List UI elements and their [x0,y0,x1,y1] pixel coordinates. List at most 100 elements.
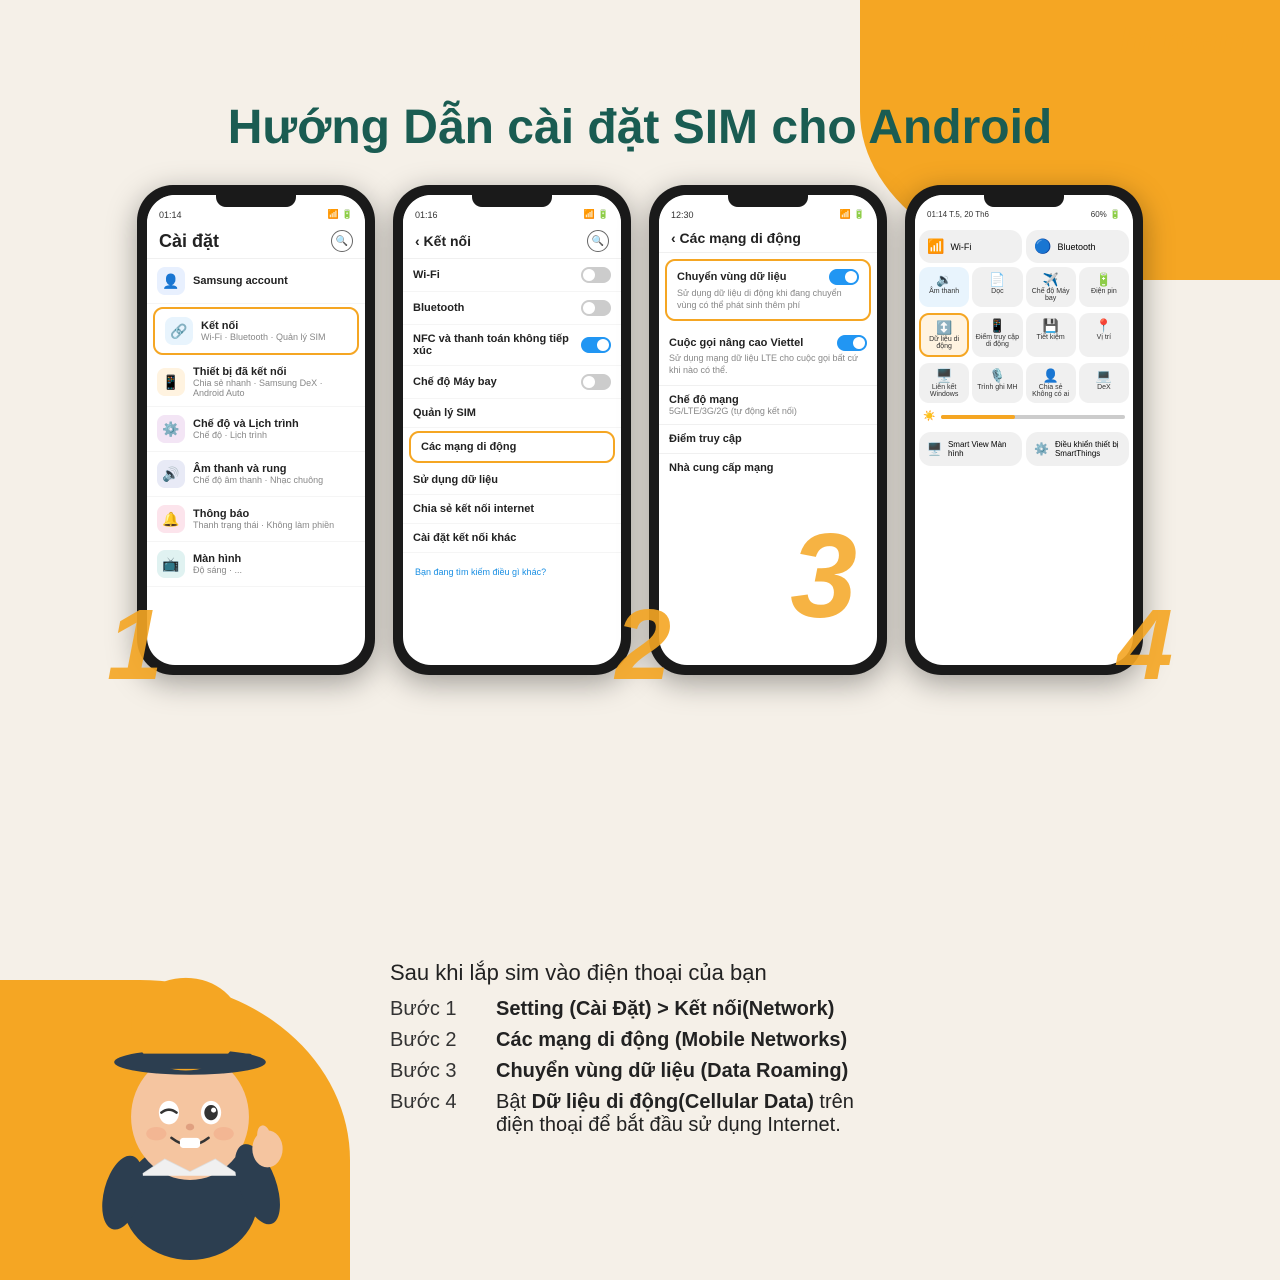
qs-doc-label: Dọc [975,288,1019,295]
qs-doc-icon: 📄 [975,272,1019,288]
search-icon[interactable]: 🔍 [331,230,353,252]
notify-text: Thông báo Thanh trạng thái · Không làm p… [193,508,355,530]
qs-airplane[interactable]: ✈️ Chế độ Máy bay [1026,267,1076,307]
battery-icon-2: 🔋 [598,209,609,220]
qs-hotspot-label: Điểm truy cập di động [975,334,1019,348]
hotspot-item[interactable]: Chia sẻ kết nối internet [403,495,621,524]
viettel-toggle[interactable] [837,335,867,351]
mobile-network-highlighted[interactable]: Các mạng di động [409,431,615,463]
signal-icon-3: 📶 [840,209,851,220]
network-provider-item[interactable]: Nhà cung cấp mạng [659,454,877,482]
phone-1-header: Cài đặt 🔍 [147,224,365,259]
menu-item-mode: ⚙️ Chế độ và Lịch trình Chế độ · Lịch tr… [147,407,365,452]
roaming-row: Chuyển vùng dữ liệu Sử dụng dữ liệu di đ… [667,261,869,319]
phone-4-wrapper: 01:14 T.5, 20 Th6 60% 🔋 📶 Wi-Fi 🔵 Blueto… [905,185,1143,675]
device-icon: 📱 [157,368,185,396]
access-point-item[interactable]: Điểm truy cập [659,425,877,454]
mobile-network-label: Các mạng di động [421,441,603,453]
menu-item-ketnohi-highlighted[interactable]: 🔗 Kết nối Wi-Fi · Bluetooth · Quản lý SI… [153,307,359,355]
qs-location[interactable]: 📍 Vị trí [1079,313,1129,357]
wifi-toggle[interactable] [581,267,611,283]
ketnohi-row: 🔗 Kết nối Wi-Fi · Bluetooth · Quản lý SI… [155,309,357,353]
instructions-panel: Sau khi lắp sim vào điện thoại của bạn B… [380,940,1280,1165]
qs-windows[interactable]: 🖥️ Liên kết Windows [919,363,969,403]
roaming-highlighted[interactable]: Chuyển vùng dữ liệu Sử dụng dữ liệu di đ… [665,259,871,321]
network-mode-item[interactable]: Chế độ mạng 5G/LTE/3G/2G (tự động kết nố… [659,386,877,425]
step-4-label: Bước 4 [390,1091,480,1114]
qs-bluetooth-label: Bluetooth [1057,242,1095,252]
qs-sound[interactable]: 🔉 Âm thanh [919,267,969,307]
nfc-label: NFC và thanh toán không tiếp xúc [413,333,573,357]
menu-item-notify: 🔔 Thông báo Thanh trạng thái · Không làm… [147,497,365,542]
brand-logo: hi roam [1120,20,1250,62]
qs-bottom-row: 🖥️ Smart View Màn hình ⚙️ Điều khiển thi… [915,430,1133,468]
qs-doc[interactable]: 📄 Dọc [972,267,1022,307]
back-icon-3[interactable]: ‹ Các mạng di động [671,230,801,246]
step-row-3: Bước 3 Chuyển vùng dữ liệu (Data Roaming… [390,1060,1250,1083]
airplane-item: Chế độ Máy bay [403,366,621,399]
qs-smartthings[interactable]: ⚙️ Điều khiển thiết bị SmartThings [1026,432,1129,466]
qs-bluetooth-icon: 🔵 [1034,238,1051,255]
mode-icon: ⚙️ [157,415,185,443]
wifi-status-icon: 🔋 [342,209,353,220]
phone-1-screen: 01:14 📶 🔋 Cài đặt 🔍 👤 Samsung account [147,195,365,665]
qs-recorder-icon: 🎙️ [975,368,1019,384]
qs-hotspot[interactable]: 📱 Điểm truy cập di động [972,313,1022,357]
battery-percent-4: 60% [1091,210,1107,219]
menu-item-sound: 🔊 Âm thanh và rung Chế độ âm thanh · Nhạ… [147,452,365,497]
qs-wifi-icon: 📶 [927,238,944,255]
qs-dex-label: DeX [1082,384,1126,391]
back-icon-2[interactable]: ‹ Kết nối [415,233,471,249]
step-number-3-overlay: 3 [790,507,857,645]
qs-smartview[interactable]: 🖥️ Smart View Màn hình [919,432,1022,466]
qs-share[interactable]: 👤 Chia sẻ Không có ai [1026,363,1076,403]
step-3-desc: Chuyển vùng dữ liệu (Data Roaming) [496,1060,848,1083]
other-settings-item[interactable]: Cài đặt kết nối khác [403,524,621,553]
bluetooth-toggle[interactable] [581,300,611,316]
roaming-toggle[interactable] [829,269,859,285]
sim-mgmt-item[interactable]: Quản lý SIM [403,399,621,428]
qs-wifi-label: Wi-Fi [950,242,971,252]
qs-save-label: Tiết kiệm [1029,334,1073,341]
qs-bluetooth[interactable]: 🔵 Bluetooth [1026,230,1129,263]
qs-smartview-icon: 🖥️ [927,442,942,456]
qs-mobile-data-highlighted[interactable]: ↕️ Dữ liệu di động [919,313,969,357]
phone-3-status-icons: 📶 🔋 [840,209,865,220]
brightness-fill [941,415,1014,419]
nfc-toggle[interactable] [581,337,611,353]
qs-dex-icon: 💻 [1082,368,1126,384]
wifi-label: Wi-Fi [413,269,573,281]
page-title: Hướng Dẫn cài đặt SIM cho Android [0,100,1280,155]
viettel-header: Cuộc gọi nâng cao Viettel [669,335,867,351]
phone-2-status-icons: 📶 🔋 [584,209,609,220]
qs-dex[interactable]: 💻 DeX [1079,363,1129,403]
phone-2-screen: 01:16 📶 🔋 ‹ Kết nối 🔍 Wi-Fi [403,195,621,665]
logo-hi: hi [1120,20,1152,61]
brightness-row: ☀️ [915,405,1133,428]
brightness-slider[interactable] [941,415,1125,419]
airplane-toggle[interactable] [581,374,611,390]
qs-recorder[interactable]: 🎙️ Trình ghi MH [972,363,1022,403]
nfc-item: NFC và thanh toán không tiếp xúc [403,325,621,366]
network-mode-sub: 5G/LTE/3G/2G (tự động kết nối) [669,406,867,416]
signal-icon-2: 📶 [584,209,595,220]
qs-location-label: Vị trí [1082,334,1126,341]
phone-3-wrapper: 12:30 📶 🔋 ‹ Các mạng di động Chuyển vùng… [649,185,887,675]
search-icon-2[interactable]: 🔍 [587,230,609,252]
network-mode-title: Chế độ mạng [669,394,867,406]
viettel-item: Cuộc gọi nâng cao Viettel Sử dụng mạng d… [659,327,877,385]
qs-grid-row3: 🖥️ Liên kết Windows 🎙️ Trình ghi MH 👤 Ch… [915,361,1133,405]
menu-item-samsung: 👤 Samsung account [147,259,365,304]
qs-recorder-label: Trình ghi MH [975,384,1019,391]
ketnoi-text: Kết nối Wi-Fi · Bluetooth · Quản lý SIM [201,320,347,342]
qs-wifi[interactable]: 📶 Wi-Fi [919,230,1022,263]
roaming-title: Chuyển vùng dữ liệu [677,271,786,283]
qs-save[interactable]: 💾 Tiết kiệm [1026,313,1076,357]
qs-battery-icon: 🔋 [1082,272,1126,288]
data-usage-label: Sử dụng dữ liệu [413,474,611,486]
qs-battery[interactable]: 🔋 Điện pin [1079,267,1129,307]
data-usage-item[interactable]: Sử dụng dữ liệu [403,466,621,495]
qs-smartthings-label: Điều khiển thiết bị SmartThings [1055,440,1121,458]
step-2-desc: Các mạng di động (Mobile Networks) [496,1029,847,1052]
step-row-1: Bước 1 Setting (Cài Đặt) > Kết nối(Netwo… [390,998,1250,1021]
